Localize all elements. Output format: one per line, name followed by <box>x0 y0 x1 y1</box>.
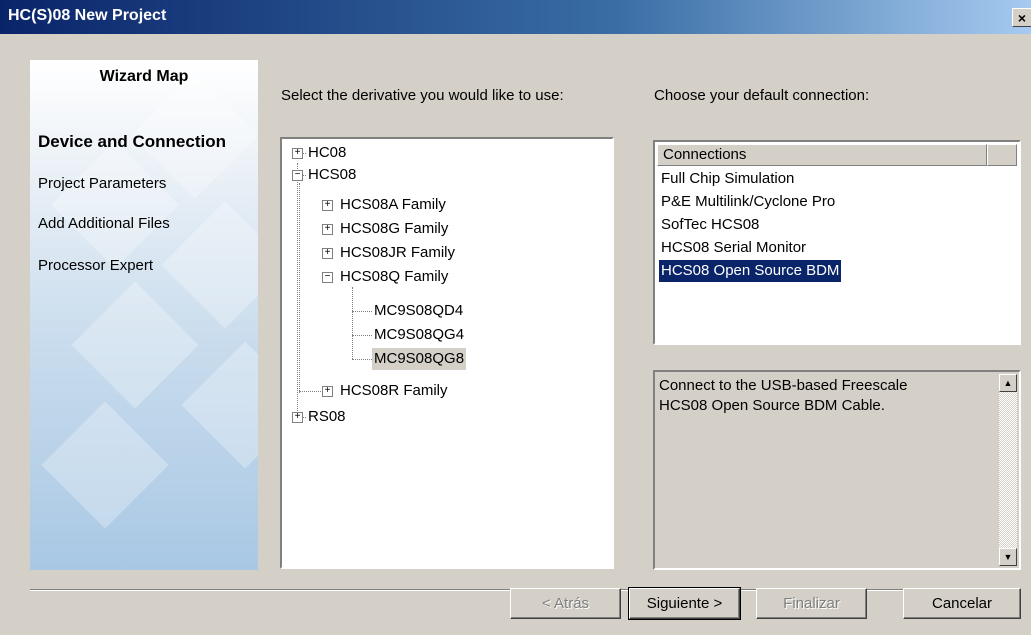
collapse-icon[interactable]: − <box>322 272 333 283</box>
connection-item-selected[interactable]: HCS08 Open Source BDM <box>659 260 842 282</box>
finish-button[interactable]: Finalizar <box>756 588 867 619</box>
scroll-down-button[interactable]: ▼ <box>999 548 1017 566</box>
collapse-icon[interactable]: − <box>292 170 303 181</box>
wizard-step-project-parameters: Project Parameters <box>38 175 167 192</box>
tree-node-hcs08q[interactable]: HCS08Q Family <box>340 266 448 288</box>
derivative-tree[interactable]: + HC08 − HCS08 + HCS08A Family + HCS08G … <box>280 137 614 569</box>
decorative-shape <box>161 201 258 329</box>
cancel-button[interactable]: Cancelar <box>903 588 1021 619</box>
arrow-up-icon: ▲ <box>1003 378 1013 388</box>
tree-connector <box>297 163 298 415</box>
wizard-step-processor-expert: Processor Expert <box>38 257 154 274</box>
connection-description: Connect to the USB-based Freescale HCS08… <box>653 370 1021 570</box>
tree-node-hcs08g[interactable]: HCS08G Family <box>340 218 448 240</box>
tree-node-mc9s08qg4[interactable]: MC9S08QG4 <box>374 324 464 346</box>
expand-icon[interactable]: + <box>292 148 303 159</box>
connection-item[interactable]: Full Chip Simulation <box>659 168 796 190</box>
title-bar: HC(S)08 New Project × <box>0 0 1031 34</box>
tree-node-hcs08[interactable]: HCS08 <box>308 164 356 186</box>
connections-column-header[interactable]: Connections <box>657 144 987 166</box>
column-header-filler <box>987 144 1017 166</box>
wizard-step-additional-files: Add Additional Files <box>38 215 170 232</box>
tree-node-mc9s08qg8[interactable]: MC9S08QG8 <box>372 348 467 370</box>
connection-item[interactable]: SofTec HCS08 <box>659 214 761 236</box>
tree-node-hc08[interactable]: HC08 <box>308 142 346 164</box>
arrow-down-icon: ▼ <box>1003 552 1013 562</box>
connection-item[interactable]: P&E Multilink/Cyclone Pro <box>659 191 837 213</box>
derivative-prompt: Select the derivative you would like to … <box>281 87 564 104</box>
close-button[interactable]: × <box>1012 8 1031 27</box>
expand-icon[interactable]: + <box>322 386 333 397</box>
back-button[interactable]: < Atrás <box>510 588 621 619</box>
decorative-shape <box>41 401 169 529</box>
expand-icon[interactable]: + <box>322 200 333 211</box>
tree-node-rs08[interactable]: RS08 <box>308 406 346 428</box>
tree-node-mc9s08qd4[interactable]: MC9S08QD4 <box>374 300 463 322</box>
wizard-map-panel: Wizard Map Device and Connection Project… <box>30 60 258 570</box>
window-title: HC(S)08 New Project <box>8 7 167 24</box>
connection-item[interactable]: HCS08 Serial Monitor <box>659 237 808 259</box>
description-line: Connect to the USB-based Freescale <box>659 377 908 394</box>
connection-prompt: Choose your default connection: <box>654 87 870 104</box>
description-scrollbar[interactable]: ▲ ▼ <box>999 374 1017 566</box>
scroll-up-button[interactable]: ▲ <box>999 374 1017 392</box>
tree-connector <box>352 335 372 336</box>
expand-icon[interactable]: + <box>322 248 333 259</box>
decorative-shape <box>181 341 258 469</box>
connections-list[interactable]: Connections Full Chip Simulation P&E Mul… <box>653 140 1021 345</box>
decorative-shape <box>71 281 199 409</box>
next-button[interactable]: Siguiente > <box>628 587 741 620</box>
expand-icon[interactable]: + <box>322 224 333 235</box>
wizard-step-device-connection: Device and Connection <box>38 132 226 151</box>
tree-connector <box>299 183 300 393</box>
tree-connector <box>299 391 321 392</box>
tree-node-hcs08a[interactable]: HCS08A Family <box>340 194 446 216</box>
tree-node-hcs08jr[interactable]: HCS08JR Family <box>340 242 455 264</box>
description-text: Connect to the USB-based Freescale HCS08… <box>659 376 979 416</box>
tree-connector <box>352 359 372 360</box>
tree-connector <box>352 311 372 312</box>
tree-node-hcs08r[interactable]: HCS08R Family <box>340 380 448 402</box>
expand-icon[interactable]: + <box>292 412 303 423</box>
tree-connector <box>352 287 353 359</box>
close-icon: × <box>1017 10 1027 26</box>
wizard-map-heading: Wizard Map <box>99 68 189 85</box>
description-line: HCS08 Open Source BDM Cable. <box>659 397 885 414</box>
